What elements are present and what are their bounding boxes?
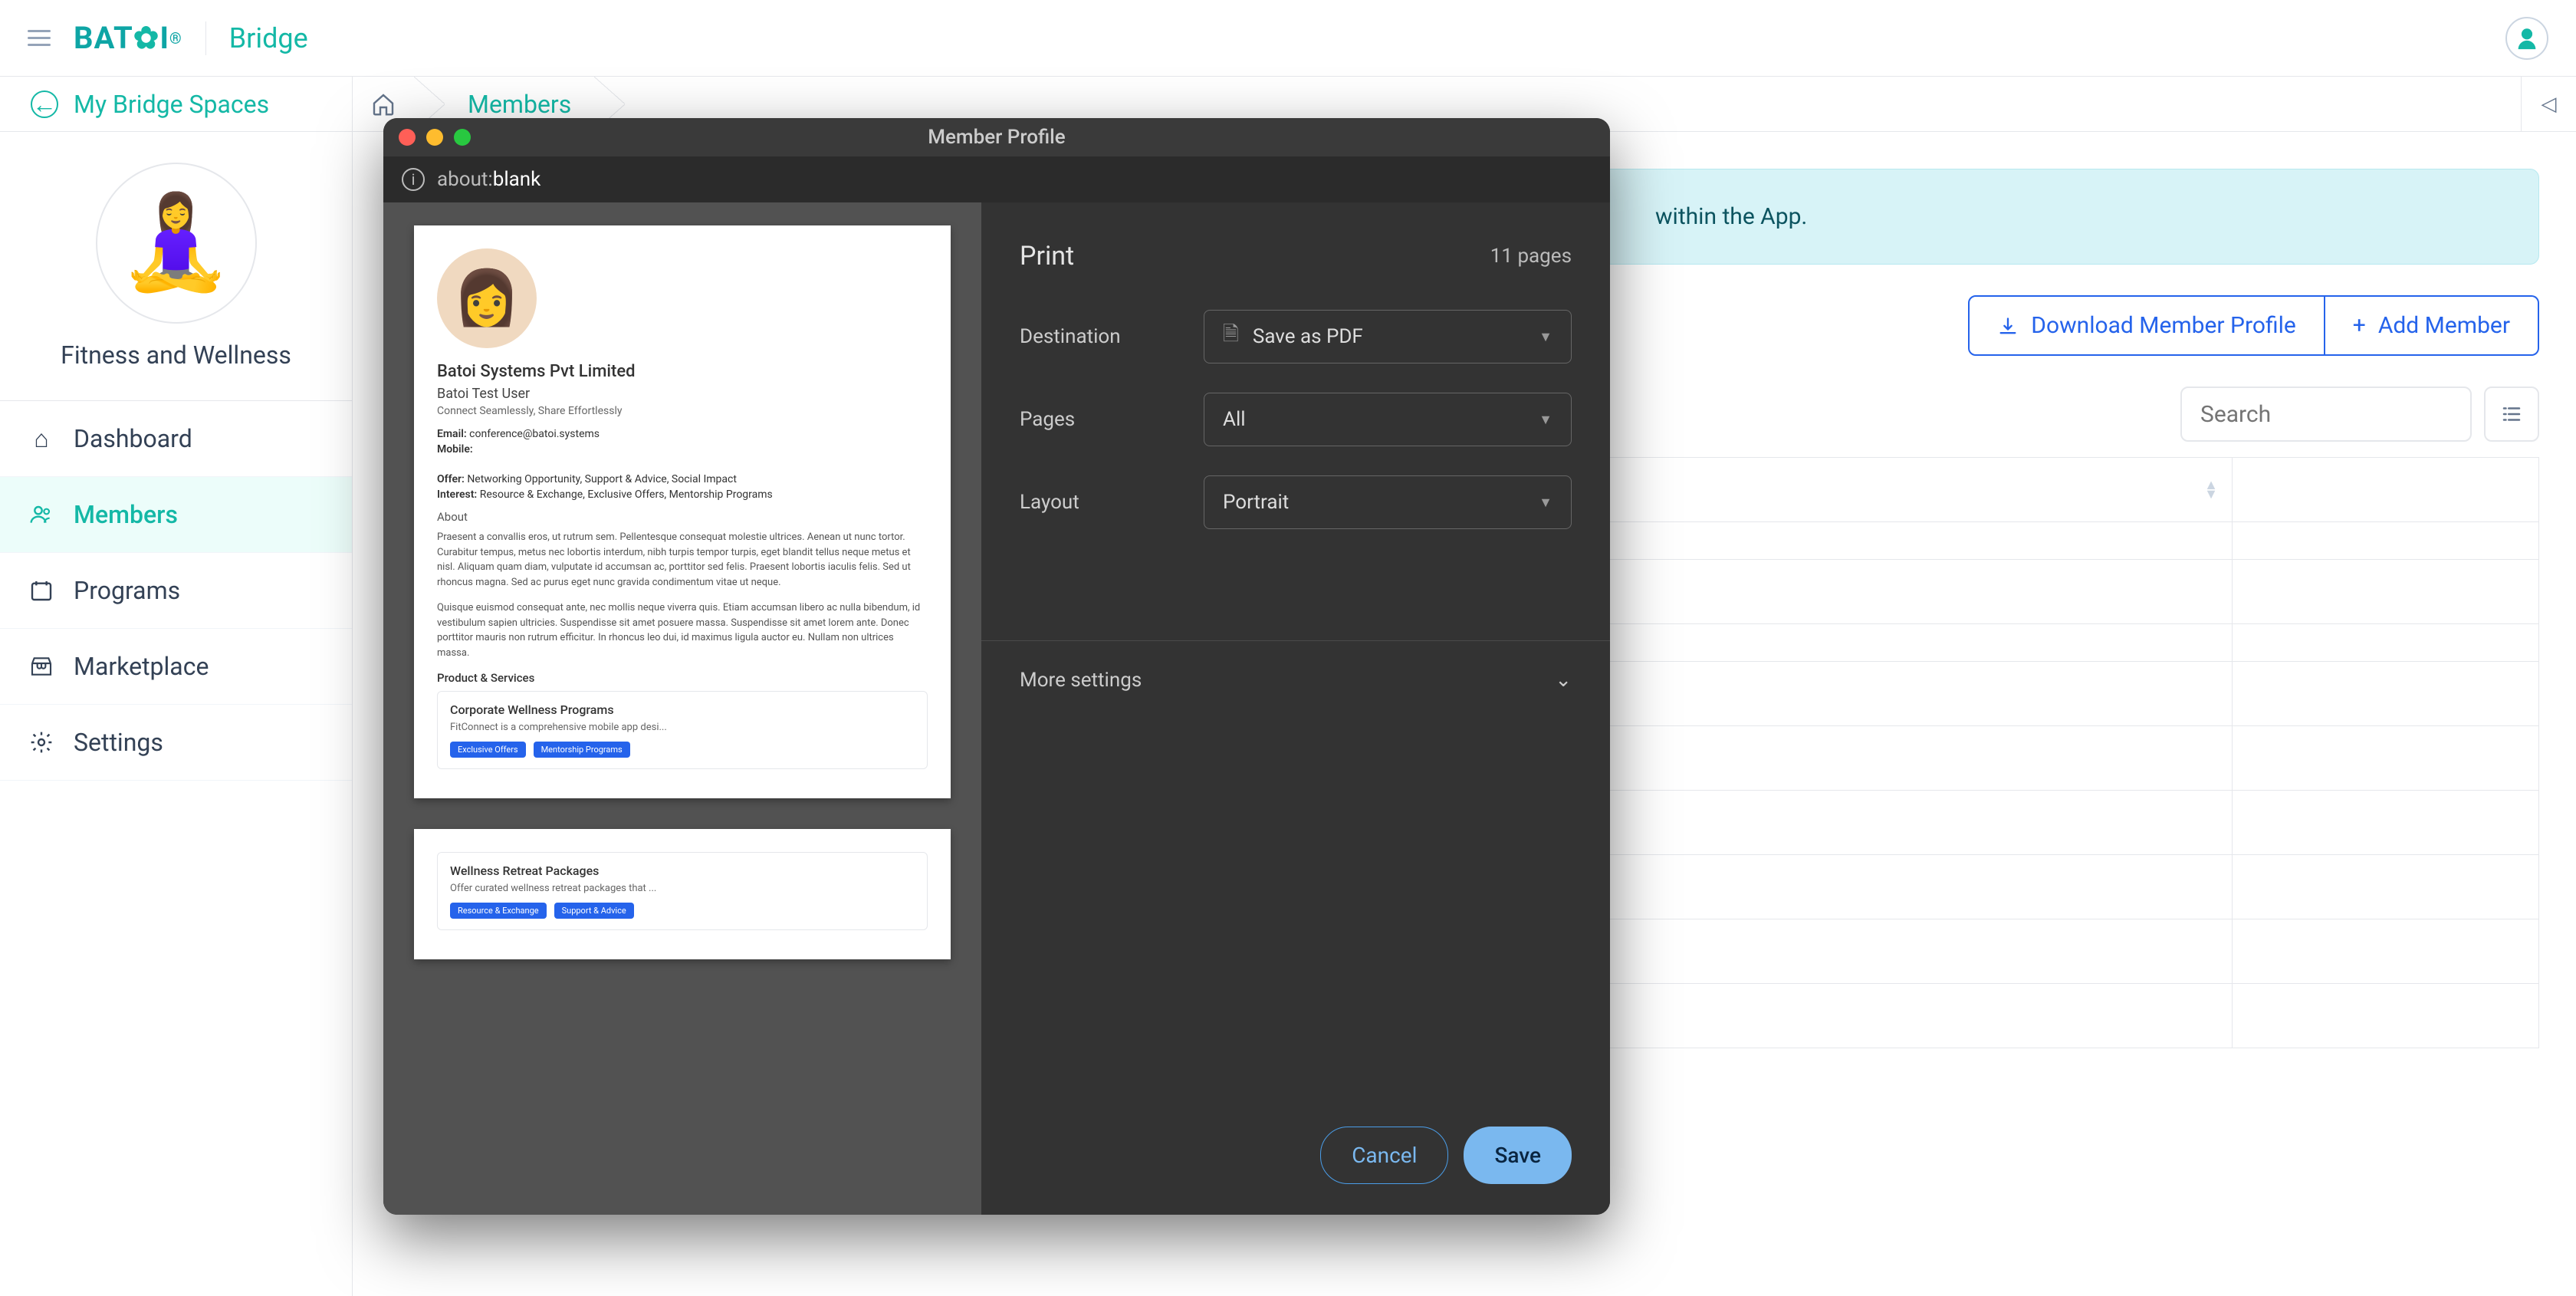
- sidebar: 🧘‍♀️ Fitness and Wellness ⌂ Dashboard Me…: [0, 132, 353, 1296]
- sidebar-item-members[interactable]: Members: [0, 477, 352, 553]
- brand-sublabel[interactable]: Bridge: [229, 22, 308, 54]
- print-header: Print 11 pages: [1020, 241, 1572, 271]
- page-count: 11 pages: [1490, 245, 1572, 268]
- document-icon: 🗎: [1223, 320, 1239, 354]
- profile-email: Email: conference@batoi.systems: [437, 428, 928, 440]
- print-settings-pane: Print 11 pages Destination 🗎 Save as PDF…: [981, 202, 1610, 1215]
- space-name: Fitness and Wellness: [61, 340, 291, 370]
- back-arrow-icon: ←: [31, 90, 58, 118]
- about-p1: Praesent a convallis eros, ut rutrum sem…: [437, 530, 928, 590]
- window-titlebar: Member Profile: [383, 118, 1610, 156]
- plus-icon: +: [2353, 312, 2366, 339]
- pages-select[interactable]: All ▼: [1204, 393, 1572, 446]
- ps-heading: Product & Services: [437, 671, 928, 685]
- back-label: My Bridge Spaces: [74, 90, 269, 119]
- chevron-down-icon: ⌄: [1555, 669, 1572, 692]
- table-header-actions: [2233, 458, 2539, 522]
- download-icon: [1997, 312, 2019, 339]
- sidebar-item-marketplace[interactable]: Marketplace: [0, 629, 352, 705]
- window-title: Member Profile: [928, 126, 1065, 149]
- breadcrumb-current[interactable]: Members: [445, 90, 594, 119]
- traffic-lights[interactable]: [399, 129, 471, 146]
- more-settings-toggle[interactable]: More settings ⌄: [981, 640, 1610, 719]
- profile-offer: Offer: Networking Opportunity, Support &…: [437, 473, 928, 485]
- ps-card-2: Wellness Retreat Packages Offer curated …: [437, 852, 928, 930]
- profile-avatar: 👩: [437, 248, 537, 348]
- url-text: about:blank: [437, 168, 540, 191]
- space-header: 🧘‍♀️ Fitness and Wellness: [0, 132, 352, 401]
- brand-logo[interactable]: BAT✿I®: [74, 20, 182, 56]
- top-bar: BAT✿I® Bridge: [0, 0, 2576, 77]
- sort-icon[interactable]: ▲▼: [2204, 481, 2218, 499]
- profile-tagline: Connect Seamlessly, Share Effortlessly: [437, 405, 928, 417]
- space-icon: 🧘‍♀️: [96, 163, 257, 324]
- print-dialog-window: Member Profile i about:blank 👩 Batoi Sys…: [383, 118, 1610, 1215]
- layout-select[interactable]: Portrait ▼: [1204, 475, 1572, 529]
- user-avatar[interactable]: [2505, 17, 2548, 60]
- destination-row: Destination 🗎 Save as PDF ▼: [1020, 310, 1572, 363]
- home-icon: [371, 92, 396, 117]
- programs-icon: [28, 578, 55, 603]
- sidebar-item-settings[interactable]: Settings: [0, 705, 352, 781]
- collapse-toggle[interactable]: ◁: [2521, 77, 2576, 131]
- marketplace-icon: [28, 654, 55, 679]
- print-preview-pane[interactable]: 👩 Batoi Systems Pvt Limited Batoi Test U…: [383, 202, 981, 1215]
- back-link[interactable]: ← My Bridge Spaces: [0, 77, 353, 131]
- profile-interest: Interest: Resource & Exchange, Exclusive…: [437, 488, 928, 501]
- about-p2: Quisque euismod consequat ante, nec moll…: [437, 600, 928, 660]
- url-bar: i about:blank: [383, 156, 1610, 202]
- profile-company: Batoi Systems Pvt Limited: [437, 362, 928, 381]
- dashboard-icon: ⌂: [28, 424, 55, 453]
- members-icon: [28, 502, 55, 527]
- ps-card-1: Corporate Wellness Programs FitConnect i…: [437, 691, 928, 769]
- hamburger-icon[interactable]: [28, 30, 51, 46]
- preview-page-2: Wellness Retreat Packages Offer curated …: [414, 829, 951, 959]
- chevron-down-icon: ▼: [1539, 329, 1552, 345]
- maximize-dot[interactable]: [454, 129, 471, 146]
- destination-select[interactable]: 🗎 Save as PDF ▼: [1204, 310, 1572, 363]
- chevron-down-icon: ▼: [1539, 412, 1552, 428]
- pages-row: Pages All ▼: [1020, 393, 1572, 446]
- save-button[interactable]: Save: [1464, 1127, 1572, 1184]
- sidebar-item-programs[interactable]: Programs: [0, 553, 352, 629]
- divider: [205, 21, 206, 55]
- list-view-toggle[interactable]: [2484, 386, 2539, 442]
- add-member-button[interactable]: + Add Member: [2325, 295, 2539, 356]
- chevron-down-icon: ▼: [1539, 495, 1552, 511]
- preview-page-1: 👩 Batoi Systems Pvt Limited Batoi Test U…: [414, 225, 951, 798]
- list-icon: [2500, 403, 2523, 426]
- user-icon: [2514, 25, 2540, 51]
- settings-icon: [28, 730, 55, 755]
- print-body: 👩 Batoi Systems Pvt Limited Batoi Test U…: [383, 202, 1610, 1215]
- sidebar-item-dashboard[interactable]: ⌂ Dashboard: [0, 401, 352, 477]
- profile-mobile: Mobile:: [437, 443, 928, 456]
- search-input[interactable]: [2180, 386, 2472, 442]
- layout-row: Layout Portrait ▼: [1020, 475, 1572, 529]
- dialog-actions: Cancel Save: [981, 1096, 1610, 1215]
- download-member-profile-button[interactable]: Download Member Profile: [1968, 295, 2325, 356]
- close-dot[interactable]: [399, 129, 416, 146]
- about-heading: About: [437, 510, 928, 524]
- cancel-button[interactable]: Cancel: [1320, 1127, 1448, 1184]
- profile-user: Batoi Test User: [437, 386, 928, 402]
- info-icon[interactable]: i: [402, 168, 425, 191]
- print-title: Print: [1020, 241, 1074, 271]
- minimize-dot[interactable]: [426, 129, 443, 146]
